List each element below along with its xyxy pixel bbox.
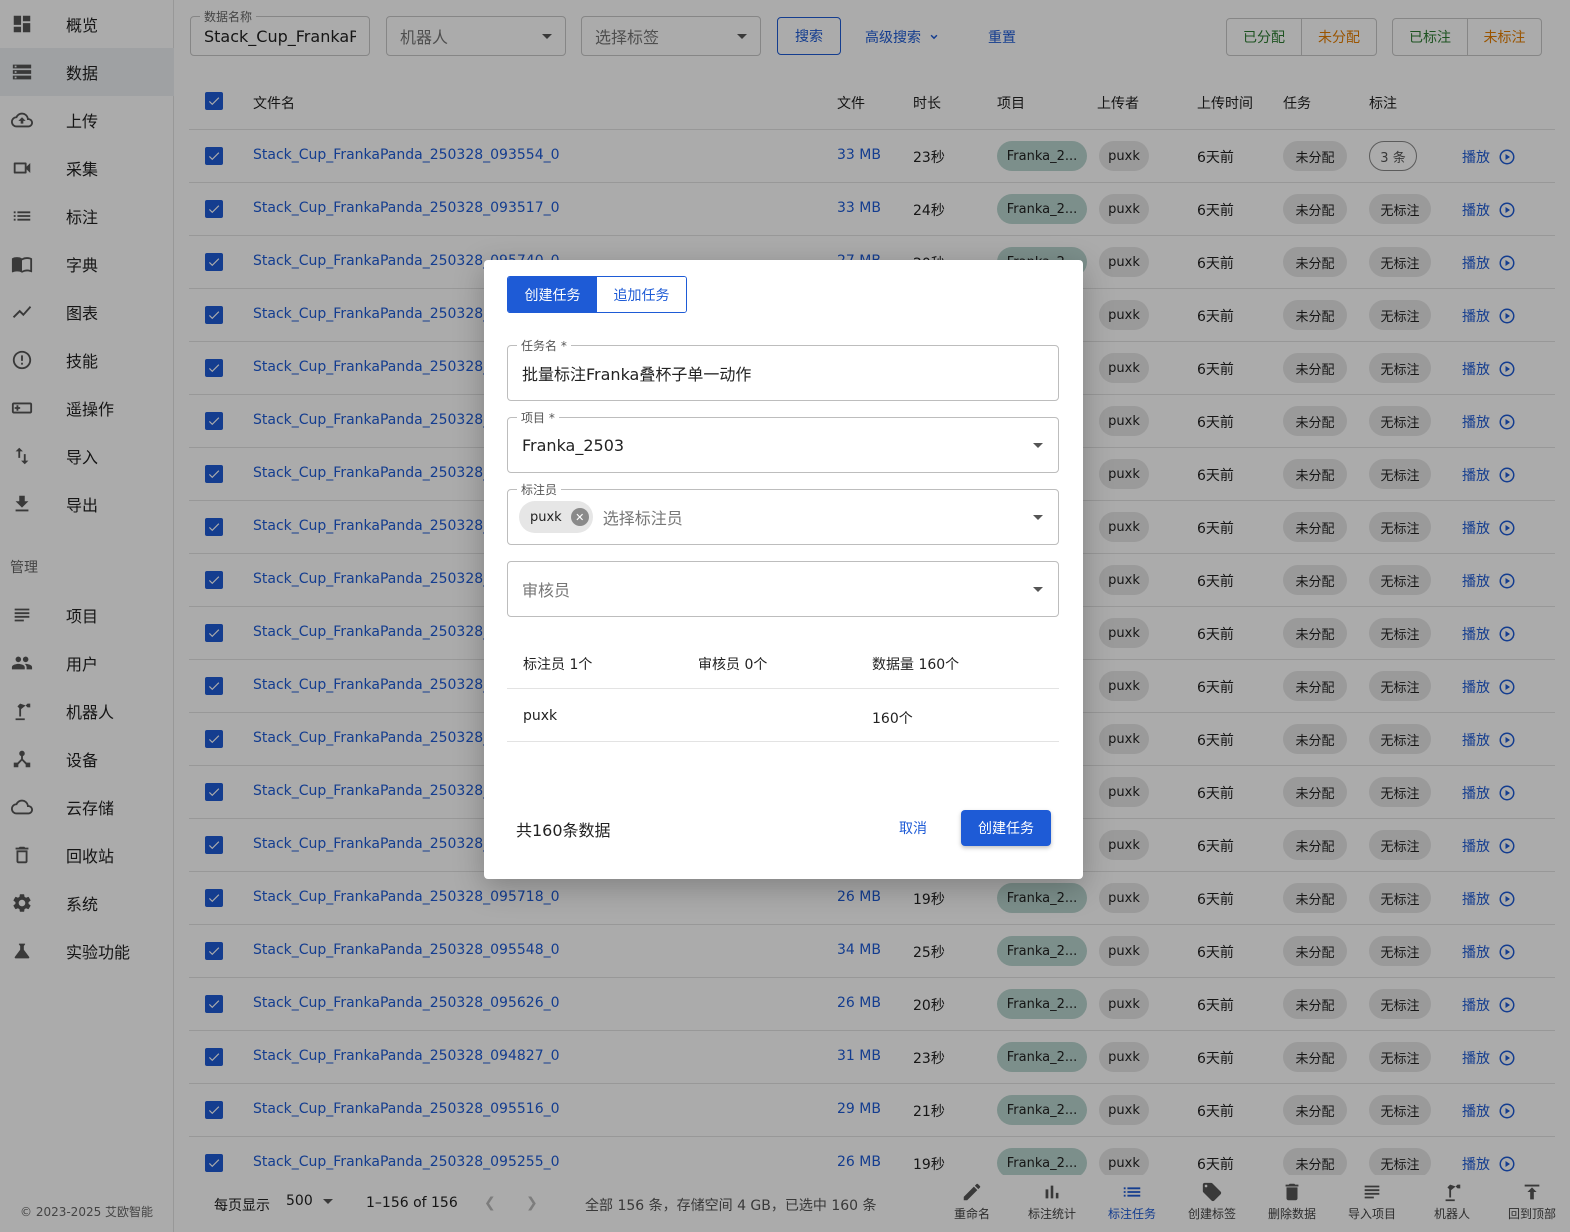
- task-name-value: 批量标注Franka叠杯子单一动作: [522, 365, 752, 384]
- create-task-button[interactable]: 创建任务: [961, 810, 1051, 846]
- reviewer-placeholder: 审核员: [522, 581, 571, 600]
- assignment-count: 160个: [872, 711, 913, 727]
- annotator-chip-label: puxk: [530, 509, 562, 525]
- tab-create-task[interactable]: 创建任务: [508, 277, 597, 312]
- summary-data: 数据量 160个: [872, 657, 960, 673]
- annotator-select[interactable]: 标注员 puxk ✕ 选择标注员: [507, 481, 1059, 545]
- chevron-down-icon: [1033, 443, 1043, 448]
- project-label: 项目 *: [517, 409, 559, 426]
- project-value: Franka_2503: [522, 435, 625, 455]
- summary-annotators: 标注员 1个: [523, 657, 593, 673]
- chevron-down-icon: [1033, 587, 1043, 592]
- assignment-summary: 标注员 1个 审核员 0个 数据量 160个: [507, 635, 1059, 689]
- summary-reviewers: 审核员 0个: [698, 657, 768, 673]
- assignment-user: puxk: [523, 708, 558, 724]
- dialog-tabs: 创建任务 追加任务: [507, 276, 687, 313]
- assignment-row: puxk 160个: [507, 689, 1059, 742]
- remove-chip-icon[interactable]: ✕: [570, 508, 589, 526]
- cancel-button[interactable]: 取消: [888, 810, 938, 846]
- project-select[interactable]: 项目 * Franka_2503: [507, 409, 1059, 473]
- total-count: 共160条数据: [516, 821, 611, 840]
- chevron-down-icon: [1033, 515, 1043, 520]
- annotator-chip: puxk ✕: [519, 501, 593, 533]
- task-name-input[interactable]: 任务名 * 批量标注Franka叠杯子单一动作: [507, 337, 1059, 401]
- task-name-label: 任务名 *: [517, 337, 571, 354]
- reviewer-select[interactable]: 审核员: [507, 561, 1059, 617]
- tab-append-task[interactable]: 追加任务: [597, 277, 686, 312]
- create-task-dialog: 创建任务 追加任务 任务名 * 批量标注Franka叠杯子单一动作 项目 * F…: [484, 260, 1083, 879]
- annotator-placeholder: 选择标注员: [602, 509, 683, 528]
- annotator-label: 标注员: [517, 481, 562, 498]
